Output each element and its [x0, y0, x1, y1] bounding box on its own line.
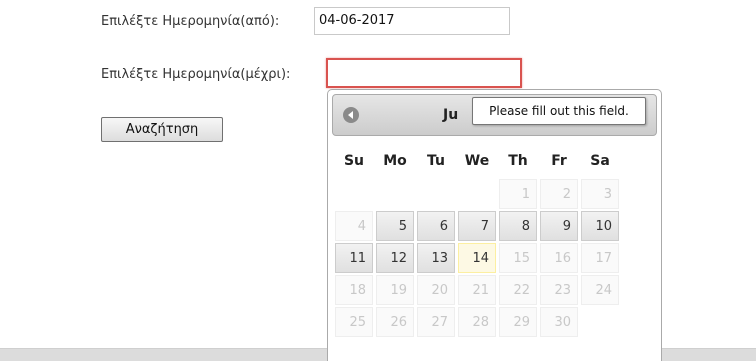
day-cell: 15 — [499, 243, 537, 273]
datepicker-calendar: Su Mo Tu We Th Fr Sa 1 2 3 4 5 6 7 8 9 10 11 12 13 14 15 16 17… — [332, 143, 622, 339]
from-date-label: Επιλέξτε Ημερομηνία(από): — [101, 14, 280, 29]
day-cell: 17 — [581, 243, 619, 273]
day-cell: 26 — [376, 307, 414, 337]
day-cell[interactable]: 10 — [581, 211, 619, 241]
datepicker-week-row: 18 19 20 21 22 23 24 — [335, 275, 619, 305]
datepicker-week-row: 4 5 6 7 8 9 10 — [335, 211, 619, 241]
weekday-header: Sa — [590, 153, 610, 169]
weekday-header: Fr — [551, 153, 567, 169]
day-cell: 3 — [581, 179, 619, 209]
day-cell: 23 — [540, 275, 578, 305]
from-date-input[interactable]: 04-06-2017 — [314, 7, 510, 35]
datepicker-week-row: 123 — [335, 179, 619, 209]
day-cell: 22 — [499, 275, 537, 305]
weekday-header: Mo — [383, 153, 407, 169]
search-button[interactable]: Αναζήτηση — [101, 117, 223, 142]
validation-tooltip: Please fill out this field. — [472, 97, 646, 125]
day-cell[interactable]: 8 — [499, 211, 537, 241]
day-cell: 16 — [540, 243, 578, 273]
day-cell: 25 — [335, 307, 373, 337]
day-cell: 21 — [458, 275, 496, 305]
day-cell[interactable]: 5 — [376, 211, 414, 241]
day-cell[interactable]: 7 — [458, 211, 496, 241]
datepicker-popup: Ju Su Mo Tu We Th Fr Sa 1 2 3 4 5 6 7 8 9 10 11 12 13 14 15 1… — [327, 89, 662, 361]
weekday-header: Su — [343, 153, 365, 169]
weekday-header: We — [464, 153, 490, 169]
empty-day-cell — [417, 179, 455, 209]
day-cell: 19 — [376, 275, 414, 305]
weekday-header: Tu — [427, 153, 445, 169]
day-cell[interactable]: 12 — [376, 243, 414, 273]
day-cell: 2 — [540, 179, 578, 209]
to-date-label: Επιλέξτε Ημερομηνία(μέχρι): — [101, 67, 291, 82]
day-cell: 1 — [499, 179, 537, 209]
day-cell: 27 — [417, 307, 455, 337]
day-cell: 18 — [335, 275, 373, 305]
day-cell: 29 — [499, 307, 537, 337]
datepicker-week-row: 25 26 27 28 29 30 — [335, 307, 619, 337]
day-cell[interactable]: 13 — [417, 243, 455, 273]
day-cell: 24 — [581, 275, 619, 305]
datepicker-week-row: 11 12 13 14 15 16 17 — [335, 243, 619, 273]
day-cell: 20 — [417, 275, 455, 305]
day-cell[interactable]: 14 — [458, 243, 496, 273]
empty-day-cell — [335, 179, 373, 209]
circle-triangle-left-icon[interactable] — [343, 107, 359, 123]
day-cell: 30 — [540, 307, 578, 337]
empty-day-cell — [581, 307, 619, 337]
day-cell[interactable]: 6 — [417, 211, 455, 241]
empty-day-cell — [458, 179, 496, 209]
day-cell[interactable]: 9 — [540, 211, 578, 241]
day-cell: 28 — [458, 307, 496, 337]
day-cell[interactable]: 11 — [335, 243, 373, 273]
to-date-input[interactable] — [326, 58, 522, 88]
empty-day-cell — [376, 179, 414, 209]
datepicker-month-title: Ju — [443, 107, 459, 123]
day-cell: 4 — [335, 211, 373, 241]
weekday-header: Th — [508, 153, 528, 169]
